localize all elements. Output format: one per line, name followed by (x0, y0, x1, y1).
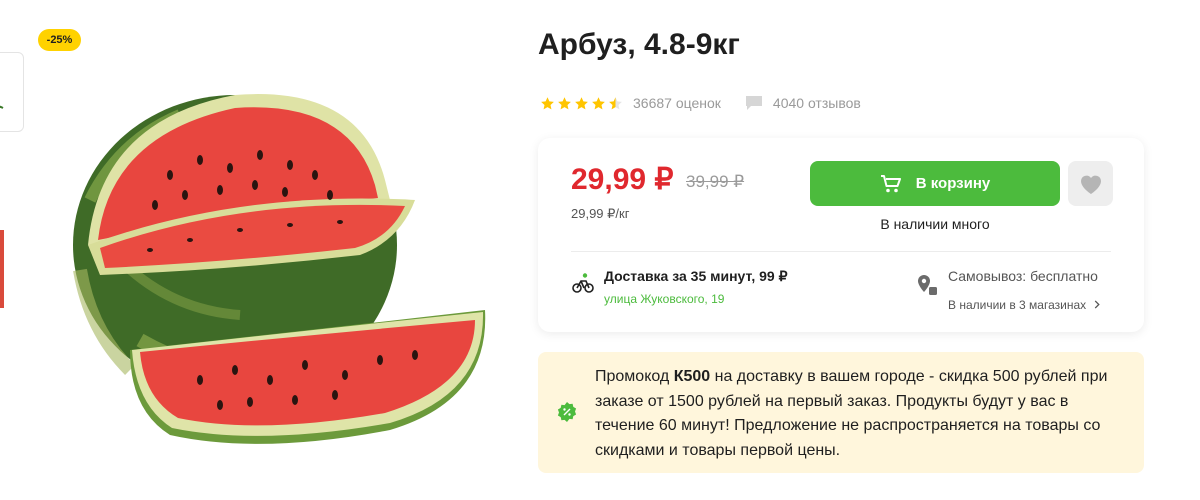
old-price: 39,99 ₽ (686, 172, 745, 191)
delivery-title: Доставка за 35 минут, 99 ₽ (604, 268, 788, 284)
reviews-link[interactable]: 4040 отзывов (745, 95, 861, 111)
pickup-stores-link[interactable]: В наличии в 3 магазинах (948, 292, 1111, 312)
favorite-button[interactable] (1068, 161, 1113, 206)
stock-status: В наличии много (880, 216, 990, 232)
comment-icon (745, 96, 762, 110)
rating-stars (540, 96, 623, 111)
promo-text-before: Промокод (595, 368, 674, 385)
promo-code: К500 (673, 368, 711, 385)
cart-icon (880, 174, 901, 192)
product-image (73, 94, 486, 444)
product-title: Арбуз, 4.8-9кг (538, 28, 740, 61)
courier-bike-icon (572, 273, 594, 293)
pickup-info: Самовывоз: бесплатно В наличии в 3 магаз… (916, 266, 1111, 312)
delivery-address-link[interactable]: улица Жуковского, 19 (604, 292, 787, 306)
thumbnail-2[interactable] (0, 152, 22, 230)
star-icon (575, 96, 588, 109)
reviews-count: 4040 отзывов (772, 95, 861, 111)
pickup-title: Самовывоз: бесплатно (948, 268, 1098, 284)
pickup-stores-label: В наличии в 3 магазинах (948, 298, 1087, 312)
unit-price: 29,99 ₽/кг (571, 206, 630, 221)
heart-icon (1080, 175, 1101, 194)
chevron-right-icon (1095, 300, 1101, 309)
star-icon (558, 96, 571, 109)
rating-row: 36687 оценок 4040 отзывов (540, 93, 861, 113)
delivery-info: Доставка за 35 минут, 99 ₽ улица Жуковск… (572, 266, 787, 306)
discount-badge: -25% (38, 29, 81, 51)
purchase-card: 29,99 ₽ 39,99 ₽ 29,99 ₽/кг В корзину В н… (538, 138, 1144, 332)
promo-banner: Промокод К500 на доставку в вашем городе… (538, 352, 1144, 473)
star-icon (541, 96, 554, 109)
star-half-icon (609, 96, 622, 109)
divider (571, 251, 1111, 252)
current-price: 29,99 ₽ (571, 163, 674, 196)
percent-badge-icon (557, 402, 577, 422)
add-to-cart-label: В корзину (915, 175, 991, 192)
promo-text: Промокод К500 на доставку в вашем городе… (595, 365, 1130, 463)
thumbnail-3[interactable] (0, 230, 22, 308)
add-to-cart-button[interactable]: В корзину (810, 161, 1060, 206)
pickup-location-icon (918, 275, 937, 295)
ratings-count[interactable]: 36687 оценок (633, 95, 721, 111)
star-icon (592, 96, 605, 109)
thumbnail-1[interactable] (0, 52, 24, 132)
